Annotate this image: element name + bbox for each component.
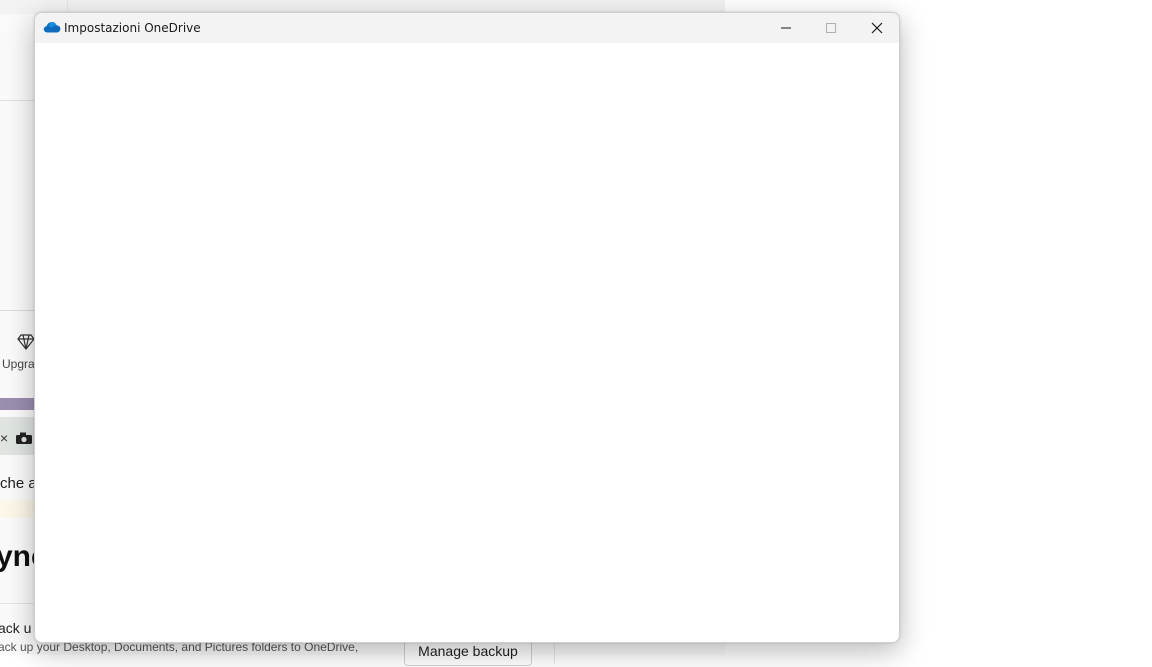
maximize-icon xyxy=(826,23,836,33)
diamond-icon[interactable] xyxy=(17,334,35,350)
close-button[interactable] xyxy=(854,13,899,43)
close-icon[interactable]: × xyxy=(0,431,8,445)
onedrive-cloud-icon xyxy=(43,22,61,33)
upgrade-label[interactable]: Upgra xyxy=(2,357,35,371)
window-title: Impostazioni OneDrive xyxy=(64,21,201,35)
close-icon xyxy=(871,22,883,34)
maximize-button[interactable] xyxy=(808,13,854,43)
settings-content-area xyxy=(35,43,899,642)
backup-title: ack u xyxy=(0,620,32,636)
minimize-button[interactable] xyxy=(763,13,809,43)
title-bar[interactable]: Impostazioni OneDrive xyxy=(35,13,899,43)
camera-icon[interactable] xyxy=(15,431,33,445)
minimize-icon xyxy=(781,27,791,29)
onedrive-settings-window: Impostazioni OneDrive xyxy=(34,12,900,643)
